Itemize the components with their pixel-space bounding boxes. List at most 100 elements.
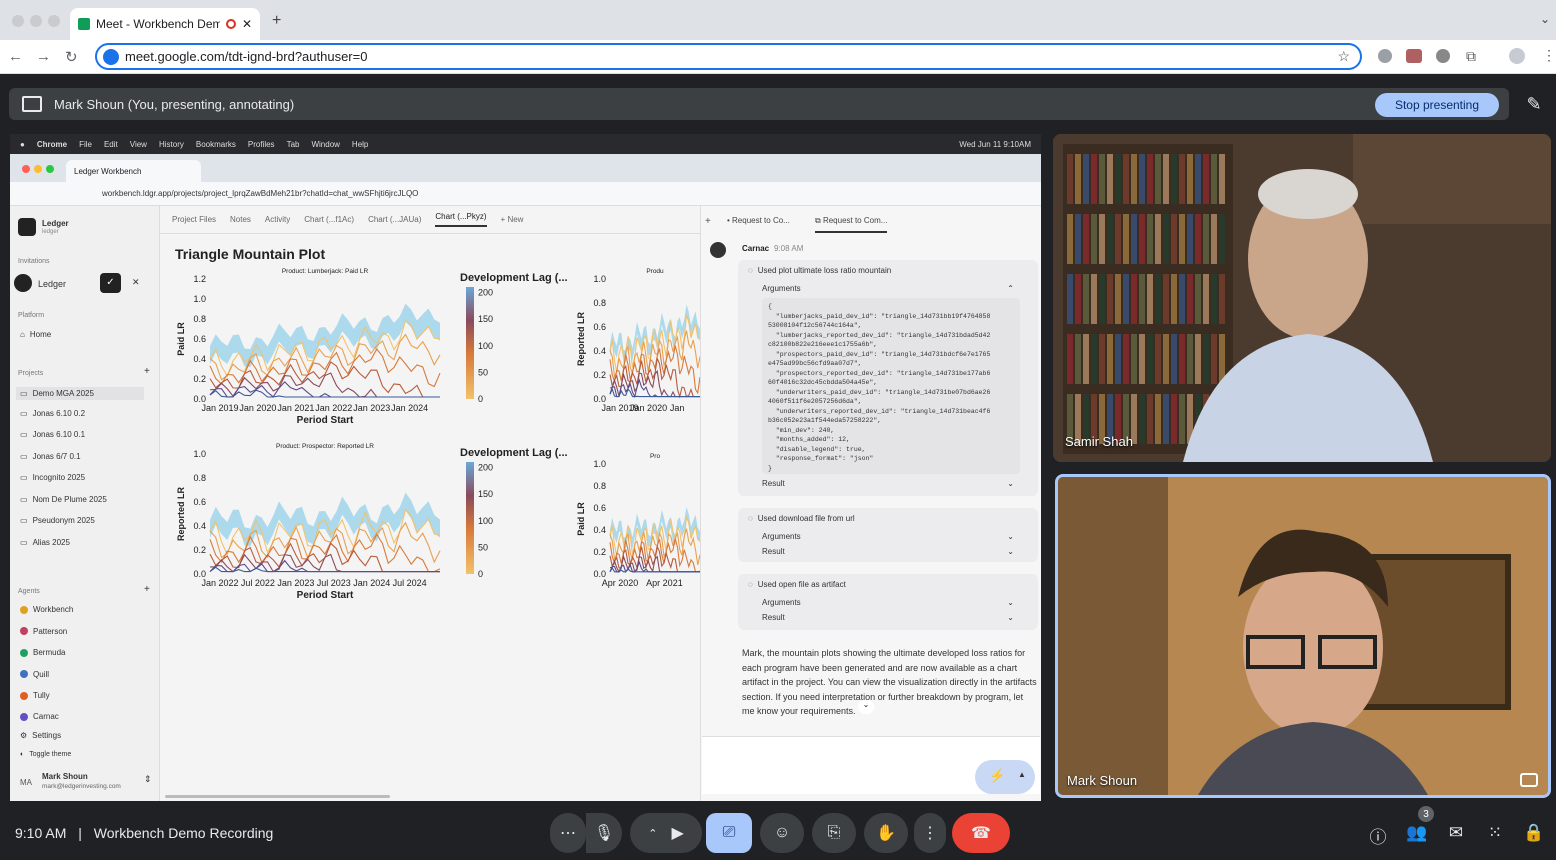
tool-header-download[interactable]: ◌ Used download file from url xyxy=(738,508,1038,529)
sidebar-item-settings[interactable]: ⚙ Settings xyxy=(20,731,61,740)
sidebar-item-home[interactable]: ⌂ Home xyxy=(20,330,51,339)
agent-item[interactable]: Carnac xyxy=(20,712,59,721)
host-controls-lock-icon[interactable]: 🔒 xyxy=(1522,823,1546,843)
back-icon[interactable]: ← xyxy=(8,48,23,65)
tab-new[interactable]: + New xyxy=(501,215,524,224)
agent-item[interactable]: Bermuda xyxy=(20,648,65,657)
accept-invite-button[interactable]: ✓ xyxy=(100,273,121,293)
toggle-theme-button[interactable]: ◐ Toggle theme xyxy=(20,751,71,758)
leave-call-button[interactable]: ☎ xyxy=(952,813,1010,853)
captions-button[interactable]: ⎘ xyxy=(812,813,856,853)
tab-chart-1[interactable]: Chart (...f1Ac) xyxy=(304,215,354,224)
project-item[interactable]: ▭ Jonas 6.10 0.1 xyxy=(20,430,85,439)
agent-item[interactable]: Tully xyxy=(20,691,50,700)
extension-record-icon[interactable] xyxy=(1436,49,1450,63)
tab-close-icon[interactable]: ✕ xyxy=(242,17,252,31)
participant-tile-mark[interactable]: Mark Shoun xyxy=(1055,474,1551,798)
chat-tab-2[interactable]: ⧉ Request to Com... xyxy=(815,216,888,233)
book xyxy=(1211,334,1217,384)
add-agent-icon[interactable]: + xyxy=(144,584,150,595)
colorbar-tick: 100 xyxy=(478,341,493,351)
annotate-pen-icon[interactable]: ✎ xyxy=(1518,90,1550,118)
project-item[interactable]: ▭ Demo MGA 2025 xyxy=(16,387,144,400)
more-options-button[interactable]: ⋮ xyxy=(914,813,946,853)
org-name: Ledger xyxy=(42,219,69,228)
home-label: Home xyxy=(29,330,52,339)
series-line xyxy=(209,566,440,573)
send-bolt-icon: ⚡ xyxy=(989,768,1006,783)
x-tick-label: Jan 2024 xyxy=(391,403,428,413)
window-min-dot[interactable] xyxy=(30,15,42,27)
user-email: mark@ledgerinvesting.com xyxy=(42,783,121,790)
horizontal-scrollbar[interactable] xyxy=(165,795,390,798)
agent-item[interactable]: Patterson xyxy=(20,627,67,636)
extension-calendar-icon[interactable] xyxy=(1406,49,1422,63)
book xyxy=(1067,334,1073,384)
tab-notes[interactable]: Notes xyxy=(230,215,251,224)
activities-icon[interactable]: ⁙ xyxy=(1483,823,1507,843)
scroll-down-icon[interactable]: ⌄ xyxy=(858,700,874,714)
pop-out-icon[interactable] xyxy=(1520,773,1538,787)
new-tab-icon[interactable]: + xyxy=(272,12,281,30)
project-item[interactable]: ▭ Pseudonym 2025 xyxy=(20,516,95,525)
tab-project-files[interactable]: Project Files xyxy=(172,215,216,224)
result-toggle[interactable]: Result ⌄ xyxy=(738,544,1038,559)
window-close-dot[interactable] xyxy=(12,15,24,27)
profile-avatar[interactable] xyxy=(1509,48,1525,64)
extension-icon[interactable] xyxy=(1378,49,1392,63)
extensions-puzzle-icon[interactable]: ⧉ xyxy=(1466,48,1476,65)
send-button[interactable]: ⚡ ▲ xyxy=(975,760,1035,794)
book xyxy=(1131,214,1137,264)
participant-tile-samir[interactable]: Samir Shah xyxy=(1053,134,1551,462)
address-bar[interactable]: meet.google.com/tdt-ignd-brd?authuser=0 … xyxy=(95,43,1362,70)
chat-tab-1[interactable]: • Request to Co... xyxy=(727,216,790,225)
arguments-code: { "lumberjacks_paid_dev_id": "triangle_1… xyxy=(762,298,1020,474)
user-menu-chevron-icon[interactable]: ⇕ xyxy=(144,774,152,785)
agent-item[interactable]: Quill xyxy=(20,670,49,679)
arguments-toggle[interactable]: Arguments ⌄ xyxy=(738,529,1038,544)
raise-hand-button[interactable]: ✋ xyxy=(864,813,908,853)
book xyxy=(1219,334,1225,384)
y-tick-label: 0.4 xyxy=(593,346,606,356)
settings-gear-icon: ⚙ xyxy=(20,731,28,740)
decline-invite-icon[interactable]: ✕ xyxy=(132,277,140,288)
home-icon: ⌂ xyxy=(20,330,25,339)
tab-meet[interactable]: Meet - Workbench Demo ✕ xyxy=(70,8,260,40)
agent-item[interactable]: Workbench xyxy=(20,605,73,614)
project-item[interactable]: ▭ Jonas 6.10 0.2 xyxy=(20,409,85,418)
tab-list-chevron-icon[interactable]: ⌄ xyxy=(1540,12,1550,26)
arguments-toggle[interactable]: Arguments ⌄ xyxy=(738,595,1038,610)
add-project-icon[interactable]: + xyxy=(144,366,150,377)
tab-chart-2[interactable]: Chart (...JAUa) xyxy=(368,215,421,224)
project-item[interactable]: ▭ Nom De Plume 2025 xyxy=(20,495,107,504)
stop-presenting-button[interactable]: Stop presenting xyxy=(1375,93,1499,117)
chat-icon[interactable]: ✉ xyxy=(1444,823,1468,843)
y-tick-label: 0.2 xyxy=(193,374,206,384)
result-toggle[interactable]: Result ⌄ xyxy=(738,476,1038,491)
present-button[interactable]: ⎚ xyxy=(706,813,752,853)
people-icon[interactable]: 👥 xyxy=(1405,823,1429,843)
tool-header-open[interactable]: ◌ Used open file as artifact xyxy=(738,574,1038,595)
meeting-details-icon[interactable]: ⓘ xyxy=(1366,823,1390,848)
bookmark-star-icon[interactable]: ☆ xyxy=(1337,48,1350,65)
book xyxy=(1139,394,1145,444)
project-item[interactable]: ▭ Alias 2025 xyxy=(20,538,70,547)
site-info-icon[interactable] xyxy=(103,49,119,65)
browser-menu-icon[interactable]: ⋮ xyxy=(1542,47,1556,64)
reload-icon[interactable]: ↻ xyxy=(65,48,78,66)
presenting-label: Mark Shoun (You, presenting, annotating) xyxy=(54,96,295,112)
camera-button[interactable]: ⌃ ▶ xyxy=(630,813,702,853)
tool-header-plot[interactable]: ◌ Used plot ultimate loss ratio mountain xyxy=(738,260,1038,281)
chat-tab-2-label: Request to Com... xyxy=(822,216,888,225)
project-item[interactable]: ▭ Incognito 2025 xyxy=(20,473,85,482)
more-effects-button[interactable]: ⋯ xyxy=(550,813,586,853)
arguments-toggle[interactable]: Arguments ⌃ xyxy=(738,281,1038,296)
emoji-reaction-button[interactable]: ☺ xyxy=(760,813,804,853)
tab-chart-3[interactable]: Chart (...Pkyz) xyxy=(435,212,487,227)
forward-icon[interactable]: → xyxy=(36,48,51,65)
tab-activity[interactable]: Activity xyxy=(265,215,290,224)
window-max-dot[interactable] xyxy=(48,15,60,27)
project-item[interactable]: ▭ Jonas 6/7 0.1 xyxy=(20,452,81,461)
result-toggle[interactable]: Result ⌄ xyxy=(738,610,1038,625)
add-chat-icon[interactable]: + xyxy=(705,216,711,227)
